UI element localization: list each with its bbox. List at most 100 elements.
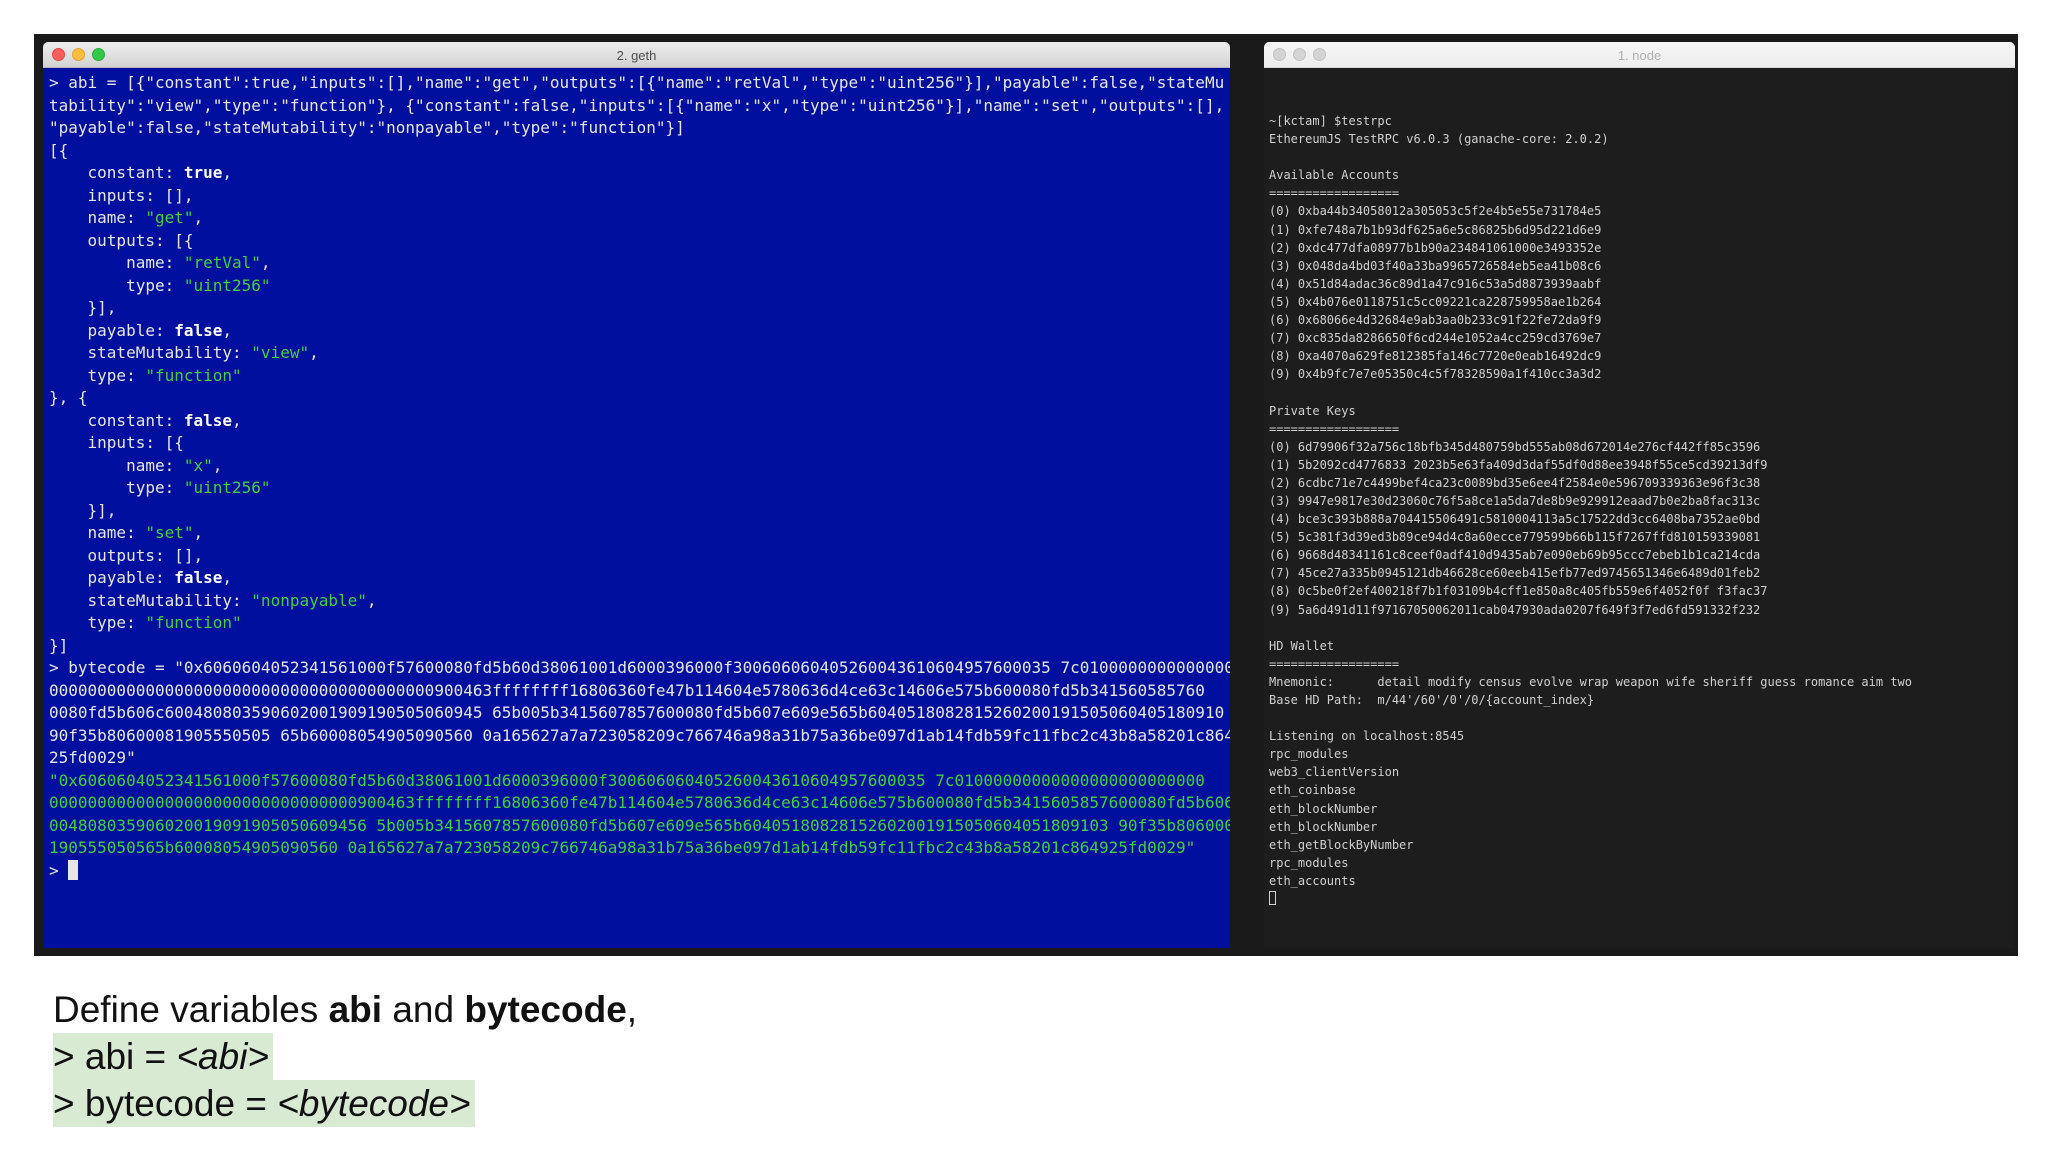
caption-highlight-abi: > abi = <abi> [53,1033,274,1080]
console-line: }] [49,635,1230,658]
console-line: constant: true, [49,162,1230,185]
console-line: 190555050565b60008054905090560 0a165627a… [49,837,1230,860]
console-line: 25fd0029" [49,747,1230,770]
console-line: (3) 0x048da4bd03f40a33ba9965726584eb5ea4… [1269,258,1602,273]
console-line: rpc_modules [1269,855,1349,870]
console-text: "function" [145,613,242,632]
console-line: (8) 0c5be0f2ef400218f7b1f03109b4cff1e850… [1269,584,1768,599]
console-text: "payable":false,"stateMutability":"nonpa… [49,118,685,137]
console-text: 0000000000000000000000000000000000000000… [49,680,1205,700]
console-line: (7) 0xc835da8286650f6cd244e1052a4cc259cd… [1269,331,1602,346]
console-line: > [49,859,1230,883]
console-line [1269,890,2015,908]
node-window-title: 1. node [1617,48,1662,63]
console-line: eth_blockNumber [1269,819,1378,834]
console-text: stateMutability: [49,343,252,362]
console-text: inputs: [{ [49,433,184,452]
console-line: }, { [49,387,1230,410]
console-line: (9) 5a6d491d11f97167050062011cab047930ad… [1269,602,1761,617]
console-line: (4) 0x51d84adac36c89d1a47c916c53a5d88739… [1269,276,1602,291]
console-text: , [366,590,377,610]
console-text: payable: [49,568,175,587]
console-line: 90f35b80600081905550505 65b6000805490509… [49,725,1230,748]
caption-bold-abi: abi [328,989,383,1030]
console-text: , [222,320,233,340]
console-line: tability":"view","type":"function"}, {"c… [49,95,1230,118]
console-text: name: [49,523,146,542]
console-text: tability":"view","type":"function"}, {"c… [49,95,1225,115]
console-text: false [174,568,223,587]
console-text: }, { [49,388,88,407]
console-text: 00000000000000000000000000000000900463ff… [49,793,1230,812]
console-line: 0000000000000000000000000000000000000000… [49,680,1230,703]
node-titlebar[interactable]: 1. node [1264,42,2015,68]
console-line: eth_blockNumber [1269,801,1378,816]
console-text: "view" [251,343,310,362]
console-text: > abi = [{"constant":true,"inputs":[],"n… [49,73,1225,92]
console-line: (1) 0xfe748a7b1b93df625a6e5c86825b6d95d2… [1269,222,1602,237]
console-text: 90f35b80600081905550505 65b6000805490509… [49,725,1230,745]
console-line: eth_accounts [1269,873,1356,888]
console-line: name: "retVal", [49,252,1230,275]
console-text: type: [49,478,184,497]
console-line: Private Keys [1269,403,1356,418]
console-line: (1) 5b2092cd4776833 2023b5e63fa409d3daf5… [1269,457,1768,472]
console-text: , [193,208,204,227]
console-line: (4) bce3c393b888a704415506491c5810004113… [1269,512,1761,527]
console-text: , [260,253,271,272]
console-text: constant: [49,410,184,430]
console-text: 004808035906020019091905050609456 5b005b… [49,815,1230,835]
caption-line-2: > abi = <abi> [53,1033,637,1080]
console-text: name: [49,455,184,475]
console-line: (2) 0xdc477dfa08977b1b90a234841061000e34… [1269,240,1602,255]
console-text: type: [49,365,146,385]
console-text: payable: [49,320,175,340]
testrpc-console-output[interactable]: ~[kctam] $testrpc EthereumJS TestRPC v6.0… [1264,68,2015,948]
console-text: type: [49,275,184,295]
console-text: type: [49,613,146,632]
console-line: (8) 0xa4070a629fe812385fa146c7720e0eab16… [1269,349,1602,364]
geth-terminal-window[interactable]: 2. geth > abi = [{"constant":true,"input… [43,42,1230,948]
node-terminal-window[interactable]: 1. node ~[kctam] $testrpc EthereumJS Test… [1264,42,2015,948]
console-line: ================== [1269,656,1400,671]
geth-console-output[interactable]: > abi = [{"constant":true,"inputs":[],"n… [43,68,1230,946]
caption-text: Define variables [53,989,329,1030]
console-line: inputs: [], [49,185,1230,208]
console-text: [{ [49,140,69,160]
caption-line-3: > bytecode = <bytecode> [53,1080,637,1127]
console-line: (5) 0x4b076e0118751c5cc09221ca228759958a… [1269,294,1602,309]
console-text: "uint256" [183,275,271,295]
console-line: eth_coinbase [1269,783,1356,798]
console-line: (6) 9668d48341161c8ceef0adf410d9435ab7e0… [1269,548,1761,563]
console-line: 00000000000000000000000000000000900463ff… [49,792,1230,815]
console-text: , [212,455,223,475]
geth-window-title: 2. geth [616,48,657,63]
caption-code: > abi = [53,1036,177,1077]
console-text: false [183,410,233,430]
screenshot-frame: 2. geth > abi = [{"constant":true,"input… [34,34,2018,956]
console-text: outputs: [], [49,545,204,565]
console-line: Listening on localhost:8545 [1269,729,1465,744]
console-line: payable: false, [49,320,1230,343]
geth-titlebar[interactable]: 2. geth [43,42,1230,68]
console-line: inputs: [{ [49,432,1230,455]
console-line: 004808035906020019091905050609456 5b005b… [49,815,1230,838]
console-text: "retVal" [183,253,261,272]
console-text: }], [49,298,117,317]
console-line: name: "get", [49,207,1230,230]
caption-bold-bytecode: bytecode [464,989,627,1030]
console-line: Available Accounts [1269,168,1400,183]
console-line: stateMutability: "nonpayable", [49,590,1230,613]
console-line: 0080fd5b606c6004808035906020019091905050… [49,702,1230,725]
console-line: constant: false, [49,410,1230,433]
console-line: ================== [1269,421,1400,436]
console-line: payable: false, [49,567,1230,590]
console-text: 0080fd5b606c6004808035906020019091905050… [49,703,1230,722]
text-cursor [1269,891,1276,906]
console-line: Base HD Path: m/44'/60'/0'/0/{account_in… [1269,693,1595,707]
console-text: "0x6060604052341561000f57600080fd5b60d38… [49,770,1205,790]
console-text: , [222,568,233,587]
